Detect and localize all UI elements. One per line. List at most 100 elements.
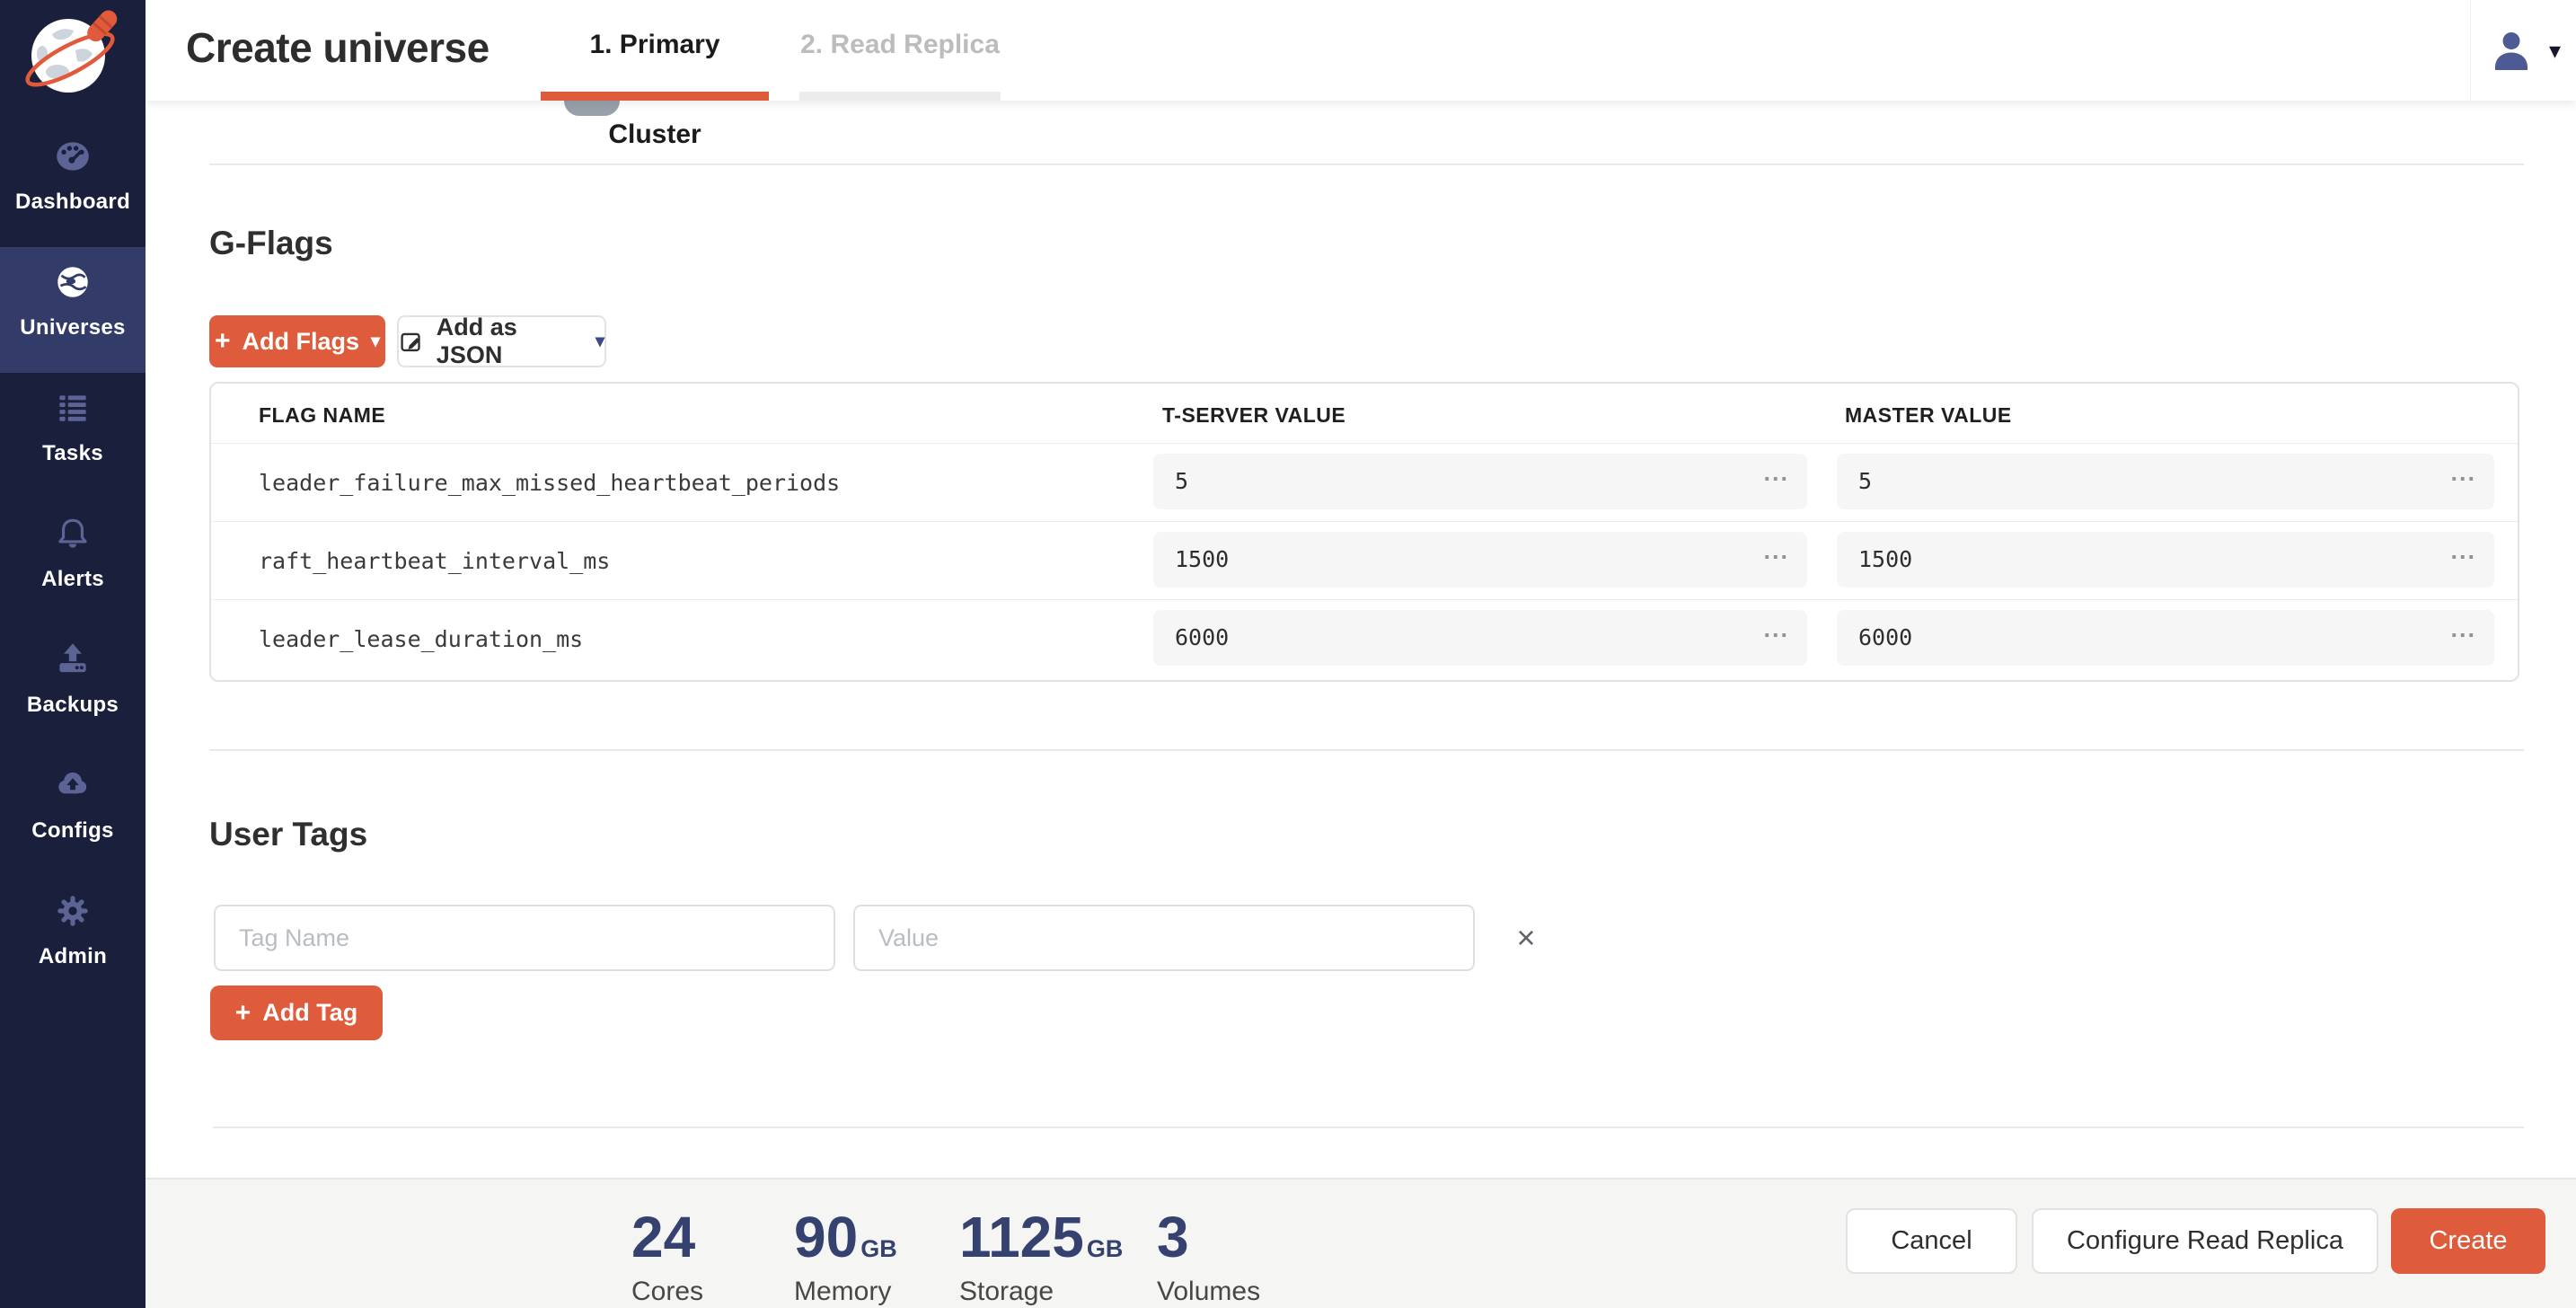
sidebar: Dashboard Universes (0, 0, 146, 1308)
header-divider (2470, 0, 2471, 101)
master-value: 1500 (1858, 546, 1912, 572)
more-options-icon[interactable]: ... (2450, 537, 2476, 565)
master-value: 5 (1858, 468, 1872, 494)
sidebar-item-dashboard[interactable]: Dashboard (0, 121, 146, 247)
stat-label: Storage (959, 1277, 1123, 1307)
more-options-icon[interactable]: ... (1763, 537, 1789, 565)
chevron-down-icon: ▾ (595, 332, 604, 350)
tab-read-replica[interactable]: 2. Read Replica (799, 0, 1001, 101)
row-divider (211, 521, 2518, 522)
stat-memory: 90GB Memory (794, 1211, 897, 1307)
tserver-value: 5 (1175, 468, 1188, 494)
stat-volumes: 3 Volumes (1157, 1211, 1260, 1307)
sidebar-item-admin[interactable]: Admin (0, 876, 146, 1002)
add-flags-button[interactable]: + Add Flags ▾ (209, 315, 385, 367)
tserver-value: 1500 (1175, 546, 1229, 572)
tserver-value-field[interactable]: 6000 ... (1153, 610, 1807, 666)
master-value-field[interactable]: 1500 ... (1837, 532, 2494, 588)
column-header-tserver-value: T-SERVER VALUE (1162, 403, 1345, 428)
add-as-json-button[interactable]: Add as JSON ▾ (397, 315, 606, 367)
more-options-icon[interactable]: ... (2450, 615, 2476, 643)
master-value-field[interactable]: 6000 ... (1837, 610, 2494, 666)
stat-label: Memory (794, 1277, 897, 1307)
master-value: 6000 (1858, 624, 1912, 650)
remove-tag-icon[interactable]: × (1504, 916, 1548, 959)
plus-icon: + (215, 328, 231, 355)
sidebar-item-configs[interactable]: Configs (0, 750, 146, 876)
sidebar-item-label: Admin (0, 944, 146, 969)
more-options-icon[interactable]: ... (1763, 459, 1789, 487)
plus-icon: + (235, 1000, 251, 1027)
sidebar-item-universes[interactable]: Universes (0, 247, 146, 373)
tserver-value-field[interactable]: 1500 ... (1153, 532, 1807, 588)
stat-storage: 1125GB Storage (959, 1211, 1123, 1307)
stat-cores: 24 Cores (631, 1211, 703, 1307)
section-divider (213, 1127, 2524, 1128)
page-title: Create universe (186, 0, 490, 101)
column-header-master-value: MASTER VALUE (1845, 403, 2012, 428)
stat-value: 3 (1157, 1211, 1189, 1264)
sidebar-item-label: Tasks (0, 441, 146, 466)
sidebar-item-tasks[interactable]: Tasks (0, 373, 146, 499)
add-as-json-label: Add as JSON (437, 314, 584, 369)
globe-icon (52, 261, 93, 303)
add-tag-button[interactable]: + Add Tag (210, 985, 383, 1040)
sidebar-item-label: Backups (0, 693, 146, 718)
more-options-icon[interactable]: ... (2450, 459, 2476, 487)
sidebar-item-label: Dashboard (0, 190, 146, 215)
user-tags-heading: User Tags (209, 816, 367, 853)
active-tab-underline (541, 92, 769, 101)
create-universe-page: Dashboard Universes (0, 0, 2576, 1308)
tag-value-input[interactable] (853, 905, 1475, 971)
flag-name: leader_lease_duration_ms (259, 626, 583, 652)
add-tag-label: Add Tag (262, 999, 357, 1027)
row-divider (211, 599, 2518, 600)
sidebar-item-backups[interactable]: Backups (0, 624, 146, 750)
gear-icon (52, 890, 93, 932)
chevron-down-icon: ▾ (371, 332, 380, 350)
tab-label: 2. Read Replica (800, 30, 1000, 59)
more-options-icon[interactable]: ... (1763, 615, 1789, 643)
user-menu[interactable]: ▾ (2488, 23, 2567, 77)
configure-read-replica-button[interactable]: Configure Read Replica (2032, 1208, 2378, 1274)
gflags-table: FLAG NAME T-SERVER VALUE MASTER VALUE le… (209, 382, 2519, 682)
stat-value: 1125 (959, 1211, 1084, 1264)
stat-label: Cores (631, 1277, 703, 1307)
tserver-value: 6000 (1175, 624, 1229, 650)
task-list-icon (52, 387, 93, 429)
stat-value: 90 (794, 1211, 858, 1264)
flag-name: raft_heartbeat_interval_ms (259, 548, 610, 574)
cancel-button[interactable]: Cancel (1846, 1208, 2017, 1274)
chevron-down-icon: ▾ (2549, 39, 2561, 62)
master-value-field[interactable]: 5 ... (1837, 454, 2494, 509)
create-button[interactable]: Create (2391, 1208, 2545, 1274)
yugabyte-logo[interactable] (13, 2, 133, 102)
sidebar-item-label: Universes (0, 315, 146, 340)
tserver-value-field[interactable]: 5 ... (1153, 454, 1807, 509)
stat-unit: GB (860, 1237, 897, 1264)
section-divider (209, 164, 2524, 165)
dashboard-gauge-icon (52, 136, 93, 177)
section-divider (209, 749, 2524, 751)
user-icon (2488, 28, 2535, 73)
gflags-heading: G-Flags (209, 225, 333, 262)
stat-value: 24 (631, 1211, 695, 1264)
inactive-tab-underline (799, 92, 1001, 101)
tab-primary-cluster[interactable]: 1. Primary Cluster (541, 0, 769, 101)
sidebar-item-label: Alerts (0, 567, 146, 592)
add-flags-label: Add Flags (242, 328, 359, 356)
edit-icon (399, 328, 425, 355)
sidebar-nav: Dashboard Universes (0, 121, 146, 1002)
sidebar-item-label: Configs (0, 818, 146, 844)
stat-unit: GB (1087, 1237, 1124, 1264)
sidebar-item-alerts[interactable]: Alerts (0, 499, 146, 624)
row-divider (211, 443, 2518, 444)
cloud-upload-icon (52, 764, 93, 806)
bell-icon (52, 513, 93, 554)
upload-tray-icon (52, 639, 93, 680)
footer-bar: 24 Cores 90GB Memory 1125GB Storage 3 Vo… (146, 1178, 2576, 1308)
tag-name-input[interactable] (214, 905, 835, 971)
flag-name: leader_failure_max_missed_heartbeat_peri… (259, 470, 840, 496)
tab-label: 1. Primary Cluster (589, 30, 719, 149)
stat-label: Volumes (1157, 1277, 1260, 1307)
